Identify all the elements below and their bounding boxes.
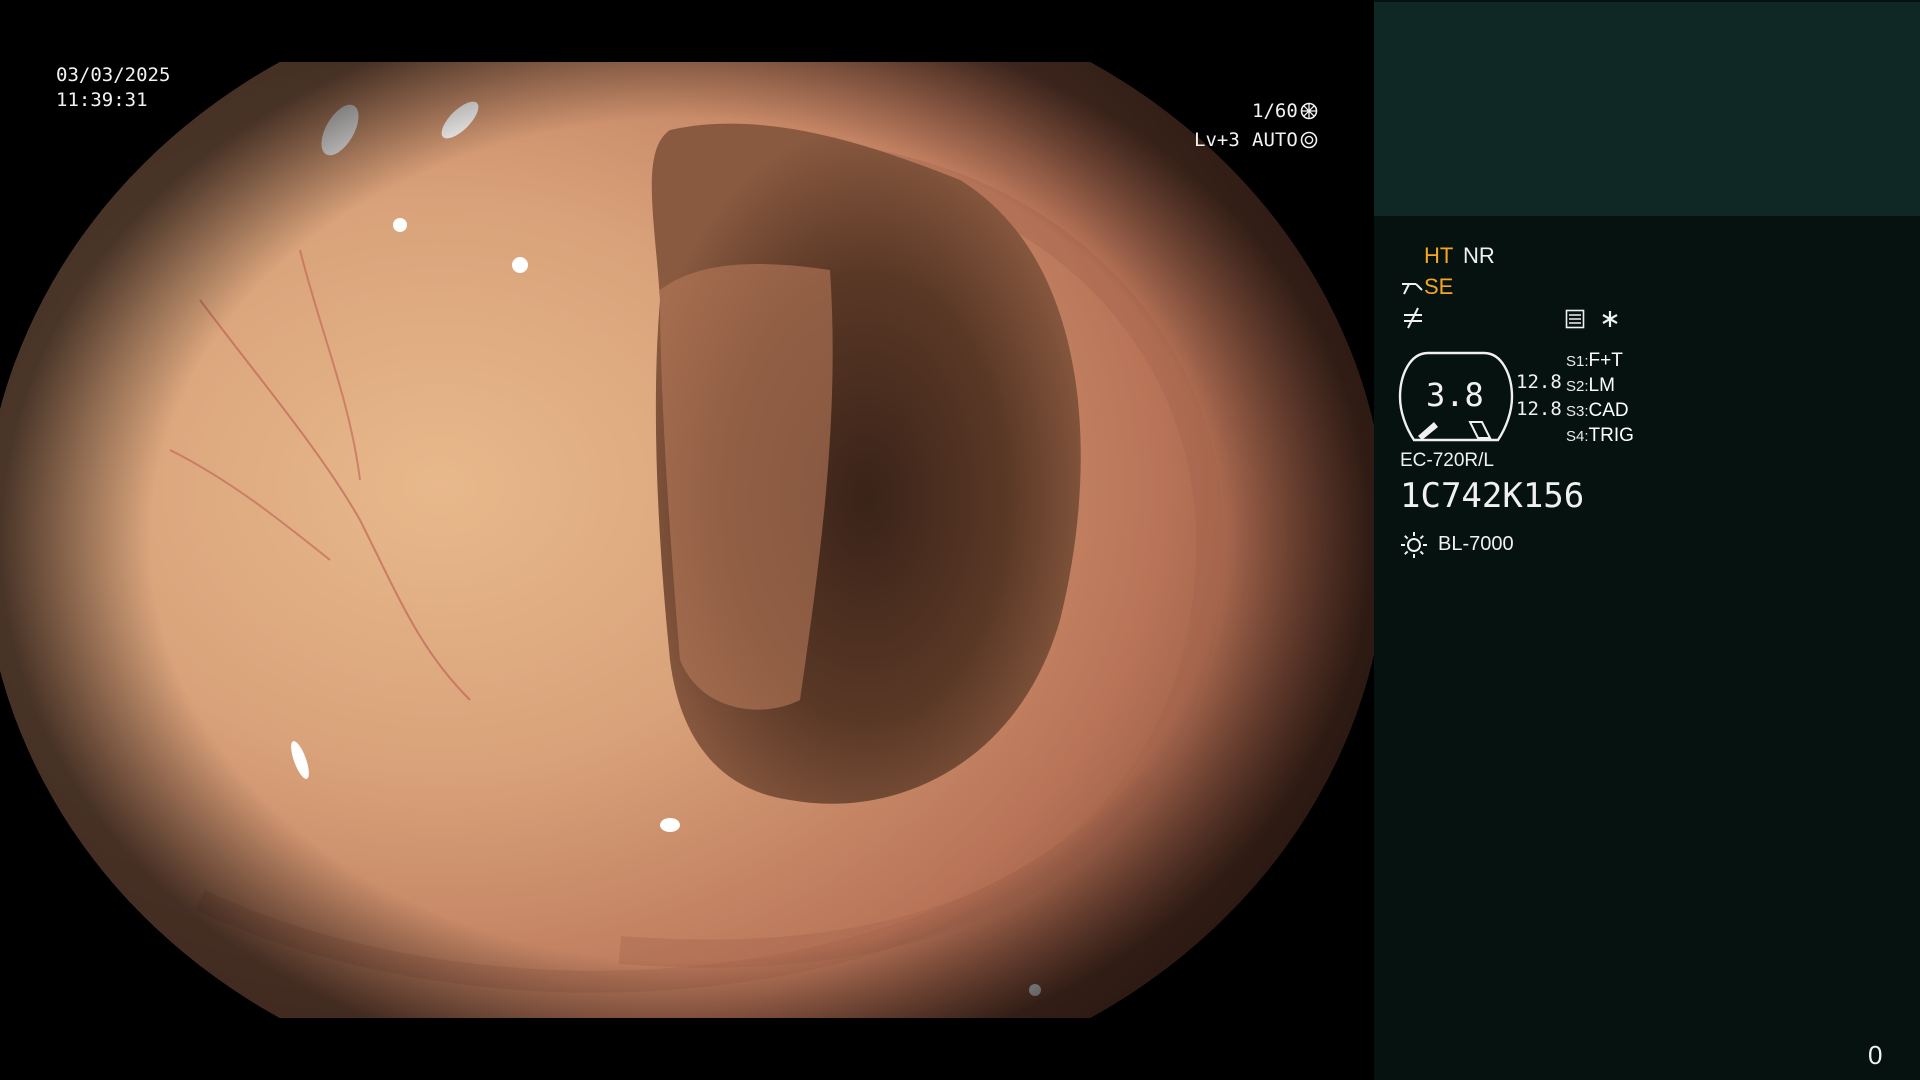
switch-value: TRIG <box>1588 425 1634 446</box>
corner-counter: 0 <box>1868 1040 1883 1070</box>
shutter-aperture-icon <box>1300 102 1318 124</box>
switch-key: S4 <box>1566 428 1585 445</box>
ht-indicator: HT <box>1424 243 1454 268</box>
endoscope-video-area: 03/03/2025 11:39:31 1/60 Lv+3 AUTO <box>0 0 1374 1080</box>
brightness-level: Lv+3 <box>1194 129 1240 151</box>
light-source-sun-icon <box>1400 531 1428 563</box>
zoom-value-2: 12.8 <box>1516 398 1562 420</box>
memo-icon <box>1565 309 1585 333</box>
switch-item: S4:TRIG <box>1566 425 1634 446</box>
freeze-icon <box>1402 307 1424 333</box>
asterisk-icon <box>1600 309 1620 333</box>
switch-key: S3 <box>1566 403 1585 420</box>
switch-item: S3:CAD <box>1566 400 1629 421</box>
endoscopic-image <box>0 0 1374 1080</box>
switch-value: LM <box>1588 375 1615 396</box>
exam-time: 11:39:31 <box>56 89 148 111</box>
switch-list: S1:F+T S2:LM S3:CAD S4:TRIG <box>1566 350 1634 450</box>
info-panel-header <box>1374 2 1920 216</box>
switch-item: S1:F+T <box>1566 350 1623 371</box>
se-indicator: SE <box>1424 274 1454 299</box>
light-source-model: BL-7000 <box>1438 533 1514 555</box>
zoom-value-1: 12.8 <box>1516 371 1562 393</box>
switch-key: S1 <box>1566 353 1585 370</box>
auto-iris-icon <box>1300 131 1318 153</box>
switch-value: CAD <box>1588 400 1629 421</box>
nr-indicator: NR <box>1463 243 1495 268</box>
iris-mode: AUTO <box>1252 129 1298 151</box>
switch-item: S2:LM <box>1566 375 1615 396</box>
gauge-value: 3.8 <box>1426 376 1484 414</box>
shutter-speed: 1/60 <box>1252 100 1298 122</box>
scope-model: EC-720R/L <box>1400 450 1494 471</box>
exam-date: 03/03/2025 <box>56 64 171 86</box>
switch-value: F+T <box>1588 350 1623 371</box>
scope-serial: 1C742K156 <box>1400 476 1585 516</box>
switch-key: S2 <box>1566 378 1585 395</box>
scope-angle-icon <box>1400 278 1424 302</box>
